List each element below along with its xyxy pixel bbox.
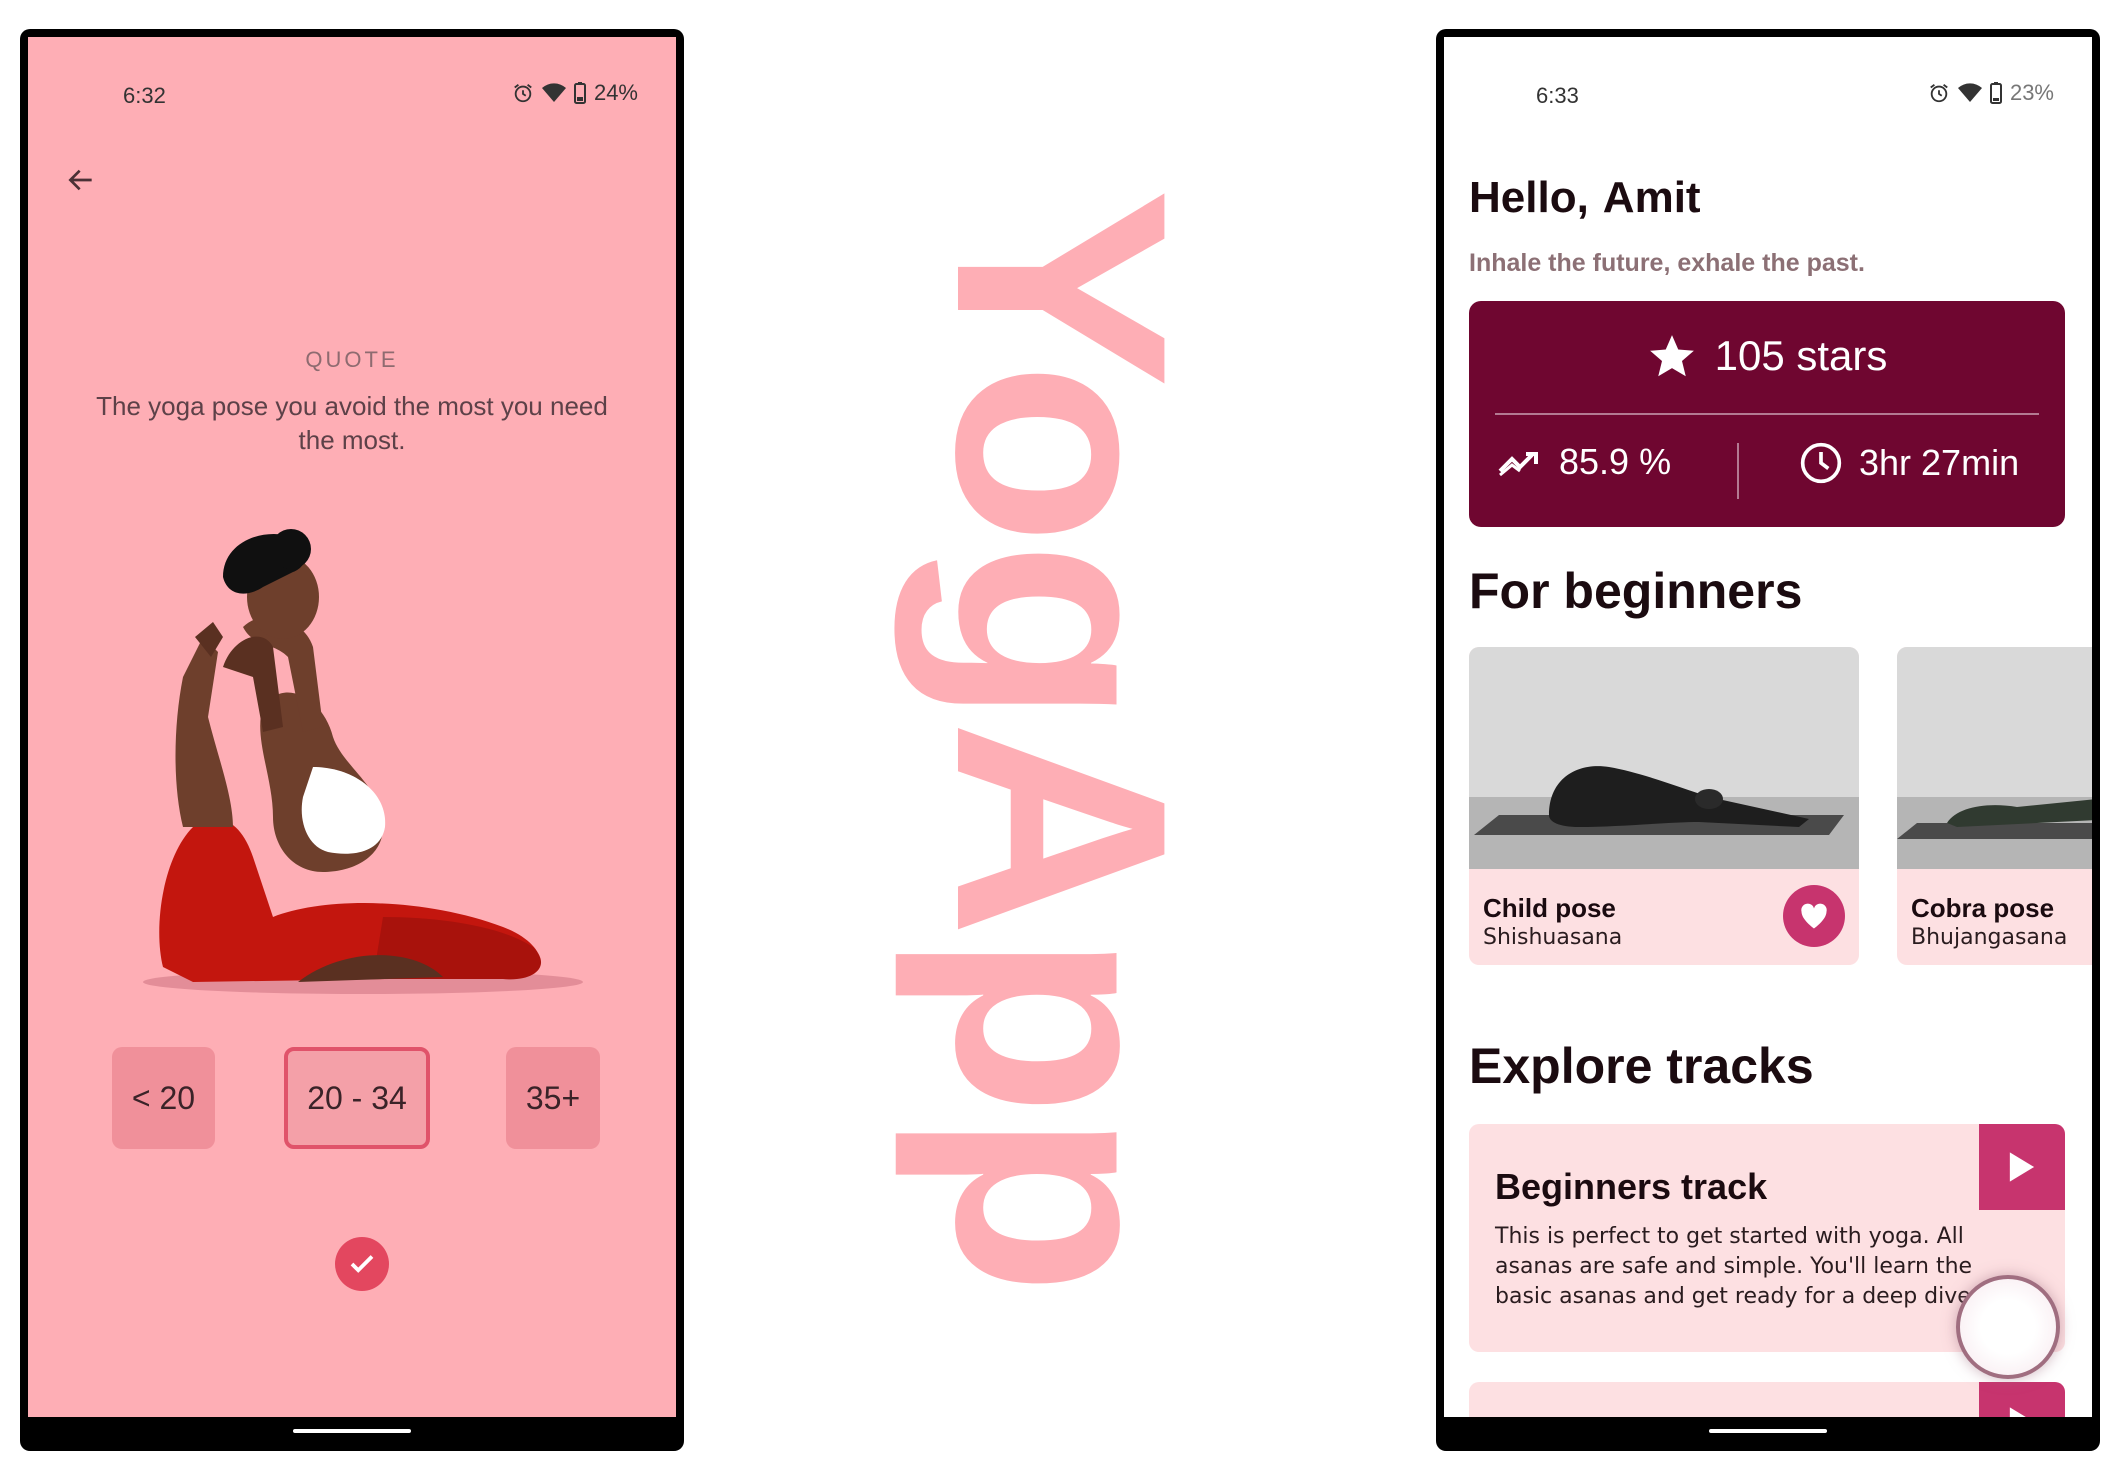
age-option-under-20[interactable]: < 20 [112, 1047, 215, 1149]
play-icon [2009, 1407, 2026, 1417]
pose-sanskrit-name: Bhujangasana [1911, 925, 2068, 950]
time-value: 3hr 27min [1859, 442, 2020, 483]
onboarding-screen: 6:32 24% QUOTE The yoga pose you avoid t… [28, 37, 676, 1417]
check-icon [350, 1255, 374, 1273]
user-name: Amit [1602, 173, 1701, 222]
home-indicator[interactable] [293, 1429, 411, 1433]
stats-vertical-divider [1737, 443, 1739, 499]
track-title: Beginners track [1495, 1166, 1768, 1207]
time-stat: 3hr 27min [1799, 441, 2019, 485]
pose-sanskrit-name: Shishuasana [1483, 925, 1623, 950]
pose-photo-cobra [1897, 647, 2092, 869]
track-card-next[interactable] [1469, 1382, 2065, 1417]
confirm-button[interactable] [335, 1237, 389, 1291]
app-logo: YogApp [894, 188, 1230, 1292]
status-time: 6:32 [123, 83, 166, 108]
status-icons: 23% [1928, 80, 2054, 106]
pose-card-cobra[interactable]: Cobra pose Bhujangasana [1897, 647, 2092, 965]
pose-name: Cobra pose [1911, 893, 2055, 923]
play-track-button[interactable] [1979, 1124, 2065, 1210]
progress-stat: 85.9 % [1497, 441, 1671, 483]
pose-photo-child [1469, 647, 1859, 869]
status-bar: 6:32 24% [28, 37, 676, 108]
pose-name: Child pose [1483, 893, 1616, 923]
favorite-button[interactable] [1783, 885, 1845, 947]
clock-icon [1800, 442, 1842, 484]
back-arrow-icon [68, 169, 92, 191]
yoga-pose-illustration [143, 529, 583, 994]
phone-frame-home: 6:33 23% Hello, Amit Inhale the future, e… [1436, 29, 2100, 1451]
stats-card[interactable]: 105 stars 85.9 % 3hr 27min [1469, 301, 2065, 527]
phone-frame-onboarding: 6:32 24% QUOTE The yoga pose you avoid t… [20, 29, 684, 1451]
quote-label: QUOTE [305, 347, 399, 372]
home-indicator[interactable] [1709, 1429, 1827, 1433]
back-button[interactable] [58, 157, 104, 203]
star-icon [1649, 335, 1694, 377]
battery-percent: 23% [2009, 80, 2054, 105]
track-description: This is perfect to get started with yoga… [1495, 1224, 1978, 1309]
stars-row: 105 stars [1469, 331, 2065, 381]
pose-card-child[interactable]: Child pose Shishuasana [1469, 647, 1859, 965]
status-bar: 6:33 23% [1444, 37, 2092, 108]
tagline: Inhale the future, exhale the past. [1469, 249, 1865, 277]
age-option-35-plus[interactable]: 35+ [506, 1047, 600, 1149]
greeting-text: Hello, [1469, 173, 1589, 222]
beginners-section-title: For beginners [1469, 563, 1803, 619]
trending-up-icon [1498, 452, 1538, 477]
heart-icon [1801, 903, 1827, 929]
battery-icon [1989, 82, 2002, 104]
wifi-icon [1957, 83, 1982, 103]
battery-icon [573, 82, 586, 104]
alarm-icon [512, 82, 534, 104]
home-screen: 6:33 23% Hello, Amit Inhale the future, e… [1444, 37, 2092, 1417]
stars-count: 105 stars [1714, 332, 1888, 379]
play-track-button[interactable] [1979, 1382, 2065, 1417]
alarm-icon [1928, 82, 1950, 104]
greeting: Hello, Amit [1469, 173, 1701, 223]
wifi-icon [541, 83, 566, 103]
age-option-20-34-selected[interactable]: 20 - 34 [284, 1047, 430, 1149]
touch-indicator [1956, 1275, 2060, 1379]
play-icon [2009, 1152, 2035, 1182]
tracks-section-title: Explore tracks [1469, 1038, 1814, 1094]
age-selector: < 20 20 - 34 35+ [28, 1047, 676, 1151]
status-icons: 24% [512, 80, 638, 106]
progress-value: 85.9 % [1559, 441, 1672, 482]
battery-percent: 24% [593, 80, 638, 105]
status-time: 6:33 [1536, 83, 1579, 108]
stats-divider [1495, 413, 2039, 415]
quote-text: The yoga pose you avoid the most you nee… [96, 391, 608, 455]
